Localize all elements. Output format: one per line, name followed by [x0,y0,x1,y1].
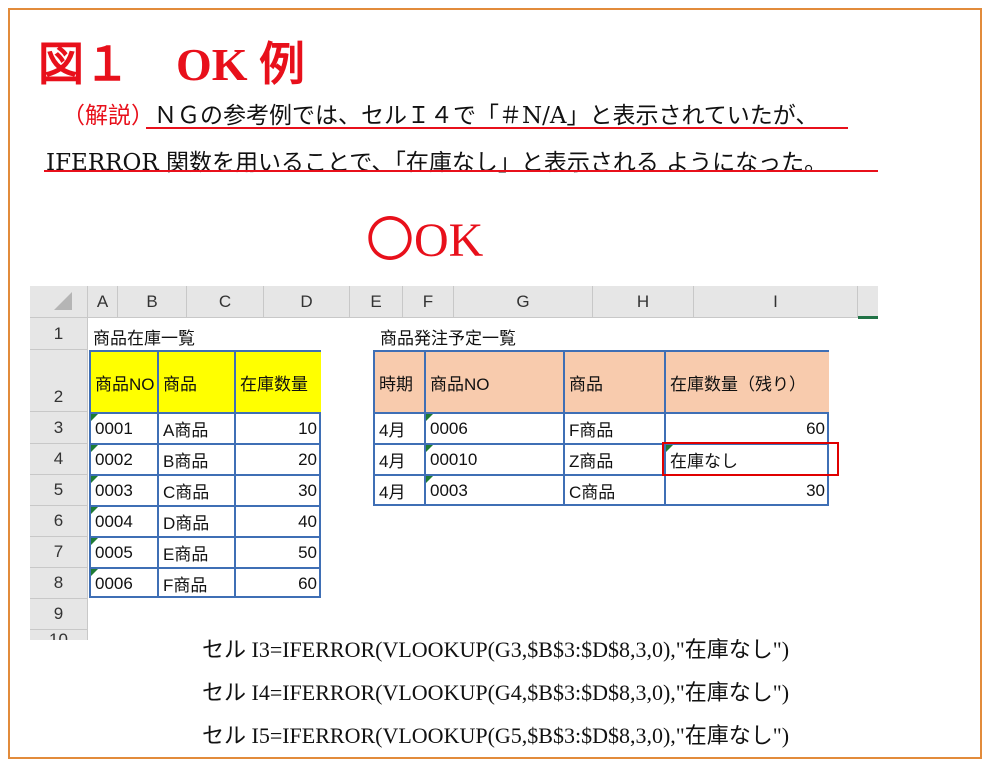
inventory-cell-product[interactable]: E商品 [157,536,234,567]
error-indicator-icon [426,445,433,452]
error-indicator-icon [426,476,433,483]
column-header-c[interactable]: C [187,286,264,318]
column-j-selection-indicator [858,316,878,319]
error-indicator-icon [91,569,98,576]
formula-line-i4: セル I4=IFERROR(VLOOKUP(G4,$B$3:$D$8,3,0),… [202,680,790,705]
column-header-i[interactable]: I [694,286,858,318]
orders-cell-no[interactable]: 0006 [424,412,563,443]
orders-header-period[interactable]: 時期 [373,350,424,412]
cell-text: 0001 [95,418,133,438]
error-indicator-icon [426,414,433,421]
inventory-cell-no[interactable]: 0004 [89,505,157,536]
orders-cell-product[interactable]: C商品 [563,474,664,505]
orders-header-product-no[interactable]: 商品NO [424,350,563,412]
inventory-cell-product[interactable]: B商品 [157,443,234,474]
inventory-header-product-no[interactable]: 商品NO [89,350,157,412]
inventory-cell-no[interactable]: 0003 [89,474,157,505]
ok-mark: 〇OK [366,214,484,267]
orders-cell-no[interactable]: 00010 [424,443,563,474]
row-header-3[interactable]: 3 [30,412,88,444]
inventory-header-stock[interactable]: 在庫数量 [234,350,321,412]
orders-cell-period[interactable]: 4月 [373,412,424,443]
explanation-underline-2 [44,170,878,172]
inventory-cell-stock[interactable]: 60 [234,567,321,598]
inventory-cell-stock[interactable]: 20 [234,443,321,474]
cell-text: 00010 [430,449,478,469]
cell-text: 0006 [95,573,133,593]
orders-header-stock-remaining[interactable]: 在庫数量（残り） [664,350,829,412]
error-indicator-icon [91,538,98,545]
row-header-2[interactable]: 2 [30,350,88,412]
select-all-triangle-icon [54,292,72,310]
inventory-cell-product[interactable]: D商品 [157,505,234,536]
row-header-6[interactable]: 6 [30,506,88,537]
explanation-underline-1 [146,127,848,129]
column-header-g[interactable]: G [454,286,593,318]
inventory-cell-stock[interactable]: 40 [234,505,321,536]
inventory-cell-no[interactable]: 0006 [89,567,157,598]
orders-header-product[interactable]: 商品 [563,350,664,412]
inventory-cell-stock[interactable]: 50 [234,536,321,567]
inventory-cell-no[interactable]: 0002 [89,443,157,474]
column-header-j[interactable]: J [858,286,878,318]
orders-cell-product[interactable]: Z商品 [563,443,664,474]
row-header-4[interactable]: 4 [30,444,88,475]
formula-line-i5: セル I5=IFERROR(VLOOKUP(G5,$B$3:$D$8,3,0),… [202,723,790,748]
spreadsheet: A B C D E F G H I J 1 2 3 4 5 6 7 8 9 10… [30,274,878,640]
column-header-h[interactable]: H [593,286,694,318]
orders-cell-period[interactable]: 4月 [373,474,424,505]
orders-cell-no[interactable]: 0003 [424,474,563,505]
error-indicator-icon [91,507,98,514]
inventory-cell-product[interactable]: A商品 [157,412,234,443]
explanation-prefix: （解説） [62,103,154,129]
column-header-e[interactable]: E [350,286,403,318]
inventory-table-heading: 商品在庫一覧 [93,329,195,348]
column-header-d[interactable]: D [264,286,350,318]
error-indicator-icon [91,476,98,483]
cell-i4-highlight-box [662,442,839,476]
inventory-header-product[interactable]: 商品 [157,350,234,412]
orders-cell-stock[interactable]: 60 [664,412,829,443]
inventory-cell-product[interactable]: C商品 [157,474,234,505]
inventory-cell-stock[interactable]: 30 [234,474,321,505]
orders-table-heading: 商品発注予定一覧 [380,329,516,348]
orders-cell-stock[interactable]: 30 [664,474,829,505]
column-header-a[interactable]: A [88,286,118,318]
inventory-cell-product[interactable]: F商品 [157,567,234,598]
row-header-10[interactable]: 10 [30,630,88,640]
row-header-1[interactable]: 1 [30,318,88,350]
cell-text: 0003 [430,480,468,500]
error-indicator-icon [91,445,98,452]
figure-title: 図１ OK 例 [38,39,306,90]
cell-text: 0004 [95,511,133,531]
orders-cell-product[interactable]: F商品 [563,412,664,443]
error-indicator-icon [91,414,98,421]
cell-text: 0002 [95,449,133,469]
cell-text: 0003 [95,480,133,500]
column-header-b[interactable]: B [118,286,187,318]
orders-cell-period[interactable]: 4月 [373,443,424,474]
cell-text: 0006 [430,418,468,438]
cell-text: 0005 [95,542,133,562]
row-header-7[interactable]: 7 [30,537,88,568]
inventory-cell-stock[interactable]: 10 [234,412,321,443]
column-header-f[interactable]: F [403,286,454,318]
row-header-9[interactable]: 9 [30,599,88,630]
formula-line-i3: セル I3=IFERROR(VLOOKUP(G3,$B$3:$D$8,3,0),… [202,637,790,662]
row-header-5[interactable]: 5 [30,475,88,506]
inventory-cell-no[interactable]: 0001 [89,412,157,443]
inventory-cell-no[interactable]: 0005 [89,536,157,567]
row-header-8[interactable]: 8 [30,568,88,599]
explanation-text-1: ＮＧの参考例では、セルＩ４で「＃N/A」と表示されていたが、 [154,103,819,129]
explanation-line-1: （解説）ＮＧの参考例では、セルＩ４で「＃N/A」と表示されていたが、 [62,96,818,130]
